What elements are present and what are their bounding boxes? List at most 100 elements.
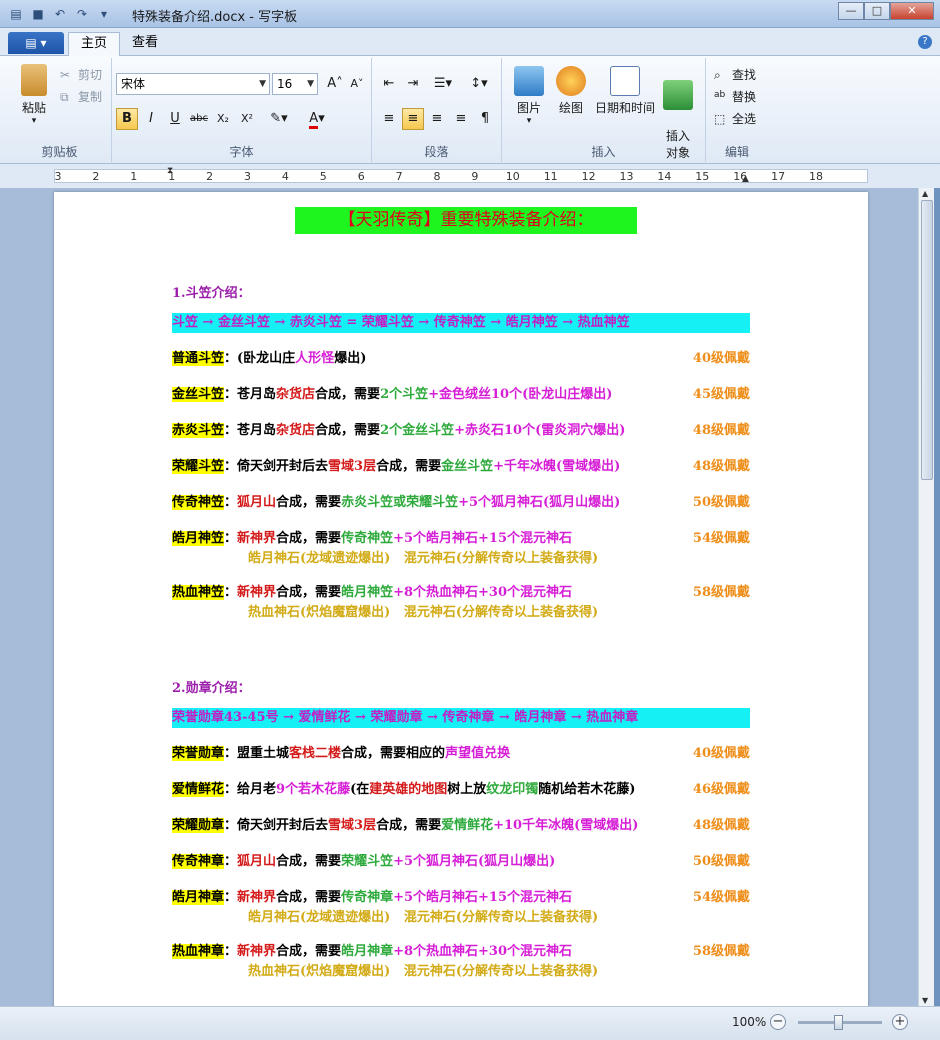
- section-heading: 2.勋章介绍：: [172, 681, 251, 696]
- ruler-number: 6: [357, 170, 365, 183]
- level-requirement: 45级佩戴: [692, 387, 750, 402]
- scroll-up-icon[interactable]: ▲: [922, 189, 928, 198]
- bullet-list-icon[interactable]: ☰▾: [426, 73, 460, 95]
- equipment-row: 荣誉勋章：盟重土城客栈二楼合成，需要相应的声望值兑换 40级佩戴: [172, 744, 750, 764]
- align-center-icon[interactable]: ≡: [402, 108, 424, 130]
- picture-icon: [514, 66, 544, 96]
- equipment-desc-part: 树上放: [447, 782, 487, 797]
- equipment-desc-part: ：(卧龙山庄: [224, 351, 296, 366]
- equipment-row: 传奇神笠：狐月山合成，需要赤炎斗笠或荣耀斗笠+5个狐月神石(狐月山爆出) 50级佩…: [172, 493, 750, 513]
- highlight-color-icon[interactable]: ✎▾: [262, 108, 296, 130]
- equipment-desc-part: 合成，需要: [276, 585, 342, 600]
- tab-view[interactable]: 查看: [120, 32, 170, 56]
- paste-button[interactable]: 粘贴 ▾: [14, 64, 54, 126]
- equipment-name: 荣耀斗笠: [172, 459, 225, 474]
- scroll-down-icon[interactable]: ▼: [922, 996, 928, 1005]
- scissors-icon: ✂: [60, 67, 71, 82]
- equipment-name: 荣耀勋章: [172, 818, 225, 833]
- align-left-icon[interactable]: ≡: [378, 108, 400, 130]
- equipment-name: 热血神笠: [172, 585, 225, 600]
- indent-marker-icon[interactable]: ⧗: [167, 166, 173, 176]
- binoculars-icon: ⌕: [714, 67, 721, 82]
- calendar-icon: [610, 66, 640, 96]
- wordpad-app-icon[interactable]: ▤: [8, 6, 24, 22]
- vertical-scrollbar[interactable]: ▲ ▼: [918, 188, 934, 1006]
- right-indent-marker-icon[interactable]: ▲: [742, 174, 749, 184]
- help-icon[interactable]: ?: [918, 35, 932, 49]
- equipment-desc-part: 2个金丝斗笠: [380, 423, 455, 438]
- equipment-desc-part: 合成，需要: [315, 387, 381, 402]
- superscript-icon[interactable]: X²: [236, 108, 258, 130]
- find-button[interactable]: ⌕ 查找: [714, 66, 756, 83]
- insert-group-label: 插入: [591, 145, 616, 159]
- underline-icon[interactable]: U: [164, 108, 186, 130]
- equipment-desc-part: 新神界: [237, 890, 277, 905]
- select-all-button[interactable]: ⬚ 全选: [714, 110, 756, 127]
- replace-button[interactable]: ab 替换: [714, 88, 756, 105]
- select-all-icon: ⬚: [714, 111, 726, 126]
- minimize-button[interactable]: —: [838, 2, 864, 20]
- shrink-font-icon[interactable]: A˅: [346, 73, 368, 95]
- decrease-indent-icon[interactable]: ⇤: [378, 73, 400, 95]
- customize-toolbar-icon[interactable]: ▾: [96, 6, 112, 22]
- copy-label: 复制: [78, 90, 103, 104]
- document-page[interactable]: 【天羽传奇】重要特殊装备介绍： 1.斗笠介绍： 斗笠 → 金丝斗笠 → 赤炎斗笠…: [54, 192, 868, 1006]
- close-button[interactable]: ✕: [890, 2, 934, 20]
- picture-button[interactable]: 图片 ▾: [510, 66, 548, 126]
- paste-label: 粘贴: [21, 101, 46, 115]
- equipment-desc-part: 荣耀斗笠: [341, 854, 394, 869]
- equipment-desc-part: 雪域3层: [328, 818, 377, 833]
- font-family-value: 宋体: [121, 77, 146, 91]
- paragraph-settings-icon[interactable]: ¶: [474, 108, 496, 130]
- equipment-desc-part: 雪域3层: [328, 459, 377, 474]
- text-color-icon[interactable]: A▾: [300, 108, 334, 130]
- equipment-desc-part: 赤炎斗笠或荣耀斗笠: [341, 495, 459, 510]
- grow-font-icon[interactable]: A˄: [324, 73, 346, 95]
- equipment-desc-part: 新神界: [237, 585, 277, 600]
- font-family-select[interactable]: 宋体 ▼: [116, 73, 270, 95]
- level-requirement: 46级佩戴: [692, 782, 750, 797]
- font-size-select[interactable]: 16 ▼: [272, 73, 318, 95]
- align-right-icon[interactable]: ≡: [426, 108, 448, 130]
- italic-icon[interactable]: I: [140, 108, 162, 130]
- zoom-out-icon[interactable]: −: [770, 1014, 786, 1030]
- ruler-number: 3: [244, 170, 251, 183]
- ruler-number: 2: [92, 170, 100, 183]
- level-requirement: 58级佩戴: [692, 585, 750, 600]
- save-icon[interactable]: ■: [30, 6, 46, 22]
- equipment-desc-part: 随机给若木花藤): [538, 782, 636, 797]
- paint-button[interactable]: 绘图: [552, 66, 590, 116]
- redo-icon[interactable]: ↷: [74, 6, 90, 22]
- zoom-in-icon[interactable]: +: [892, 1014, 908, 1030]
- undo-icon[interactable]: ↶: [52, 6, 68, 22]
- equipment-desc-part: 新神界: [237, 944, 277, 959]
- copy-button[interactable]: ⧉ 复制: [60, 88, 102, 105]
- scroll-thumb[interactable]: [921, 200, 933, 480]
- cut-button[interactable]: ✂ 剪切: [60, 66, 102, 83]
- clipboard-icon: [21, 64, 47, 96]
- file-menu-button[interactable]: ▤ ▾: [8, 32, 64, 54]
- zoom-level: 100%: [732, 1015, 767, 1029]
- increase-indent-icon[interactable]: ⇥: [402, 73, 424, 95]
- maximize-button[interactable]: □: [864, 2, 890, 20]
- equipment-desc-part: ：倚天剑开封后去: [224, 818, 329, 833]
- justify-icon[interactable]: ≡: [450, 108, 472, 130]
- zoom-slider-thumb[interactable]: [834, 1015, 843, 1030]
- equipment-name: 传奇神章: [172, 854, 225, 869]
- equipment-row: 传奇神章：狐月山合成，需要荣耀斗笠+5个狐月神石(狐月山爆出) 50级佩戴: [172, 852, 750, 872]
- level-requirement: 40级佩戴: [692, 351, 750, 366]
- equipment-row: 普通斗笠：(卧龙山庄人形怪爆出) 40级佩戴: [172, 349, 750, 369]
- subscript-icon[interactable]: X₂: [212, 108, 234, 130]
- strikethrough-icon[interactable]: abc: [188, 108, 210, 130]
- edit-group: ⌕ 查找 ab 替换 ⬚ 全选 编辑: [706, 58, 768, 162]
- equipment-desc-part: +8个热血神石+30个混元神石: [393, 944, 572, 959]
- equipment-desc-part: +10千年冰魄(雪域爆出): [493, 818, 639, 833]
- bold-icon[interactable]: B: [116, 108, 138, 130]
- ruler-number: 14: [657, 170, 672, 183]
- datetime-button[interactable]: 日期和时间: [594, 66, 656, 116]
- tab-home[interactable]: 主页: [68, 32, 121, 56]
- equipment-desc-part: 纹龙印镯: [486, 782, 539, 797]
- ruler-number: 12: [581, 170, 596, 183]
- title-bar: ▤ ■ ↶ ↷ ▾ 特殊装备介绍.docx - 写字板 — □ ✕: [0, 0, 940, 28]
- line-spacing-icon[interactable]: ↕▾: [464, 73, 494, 95]
